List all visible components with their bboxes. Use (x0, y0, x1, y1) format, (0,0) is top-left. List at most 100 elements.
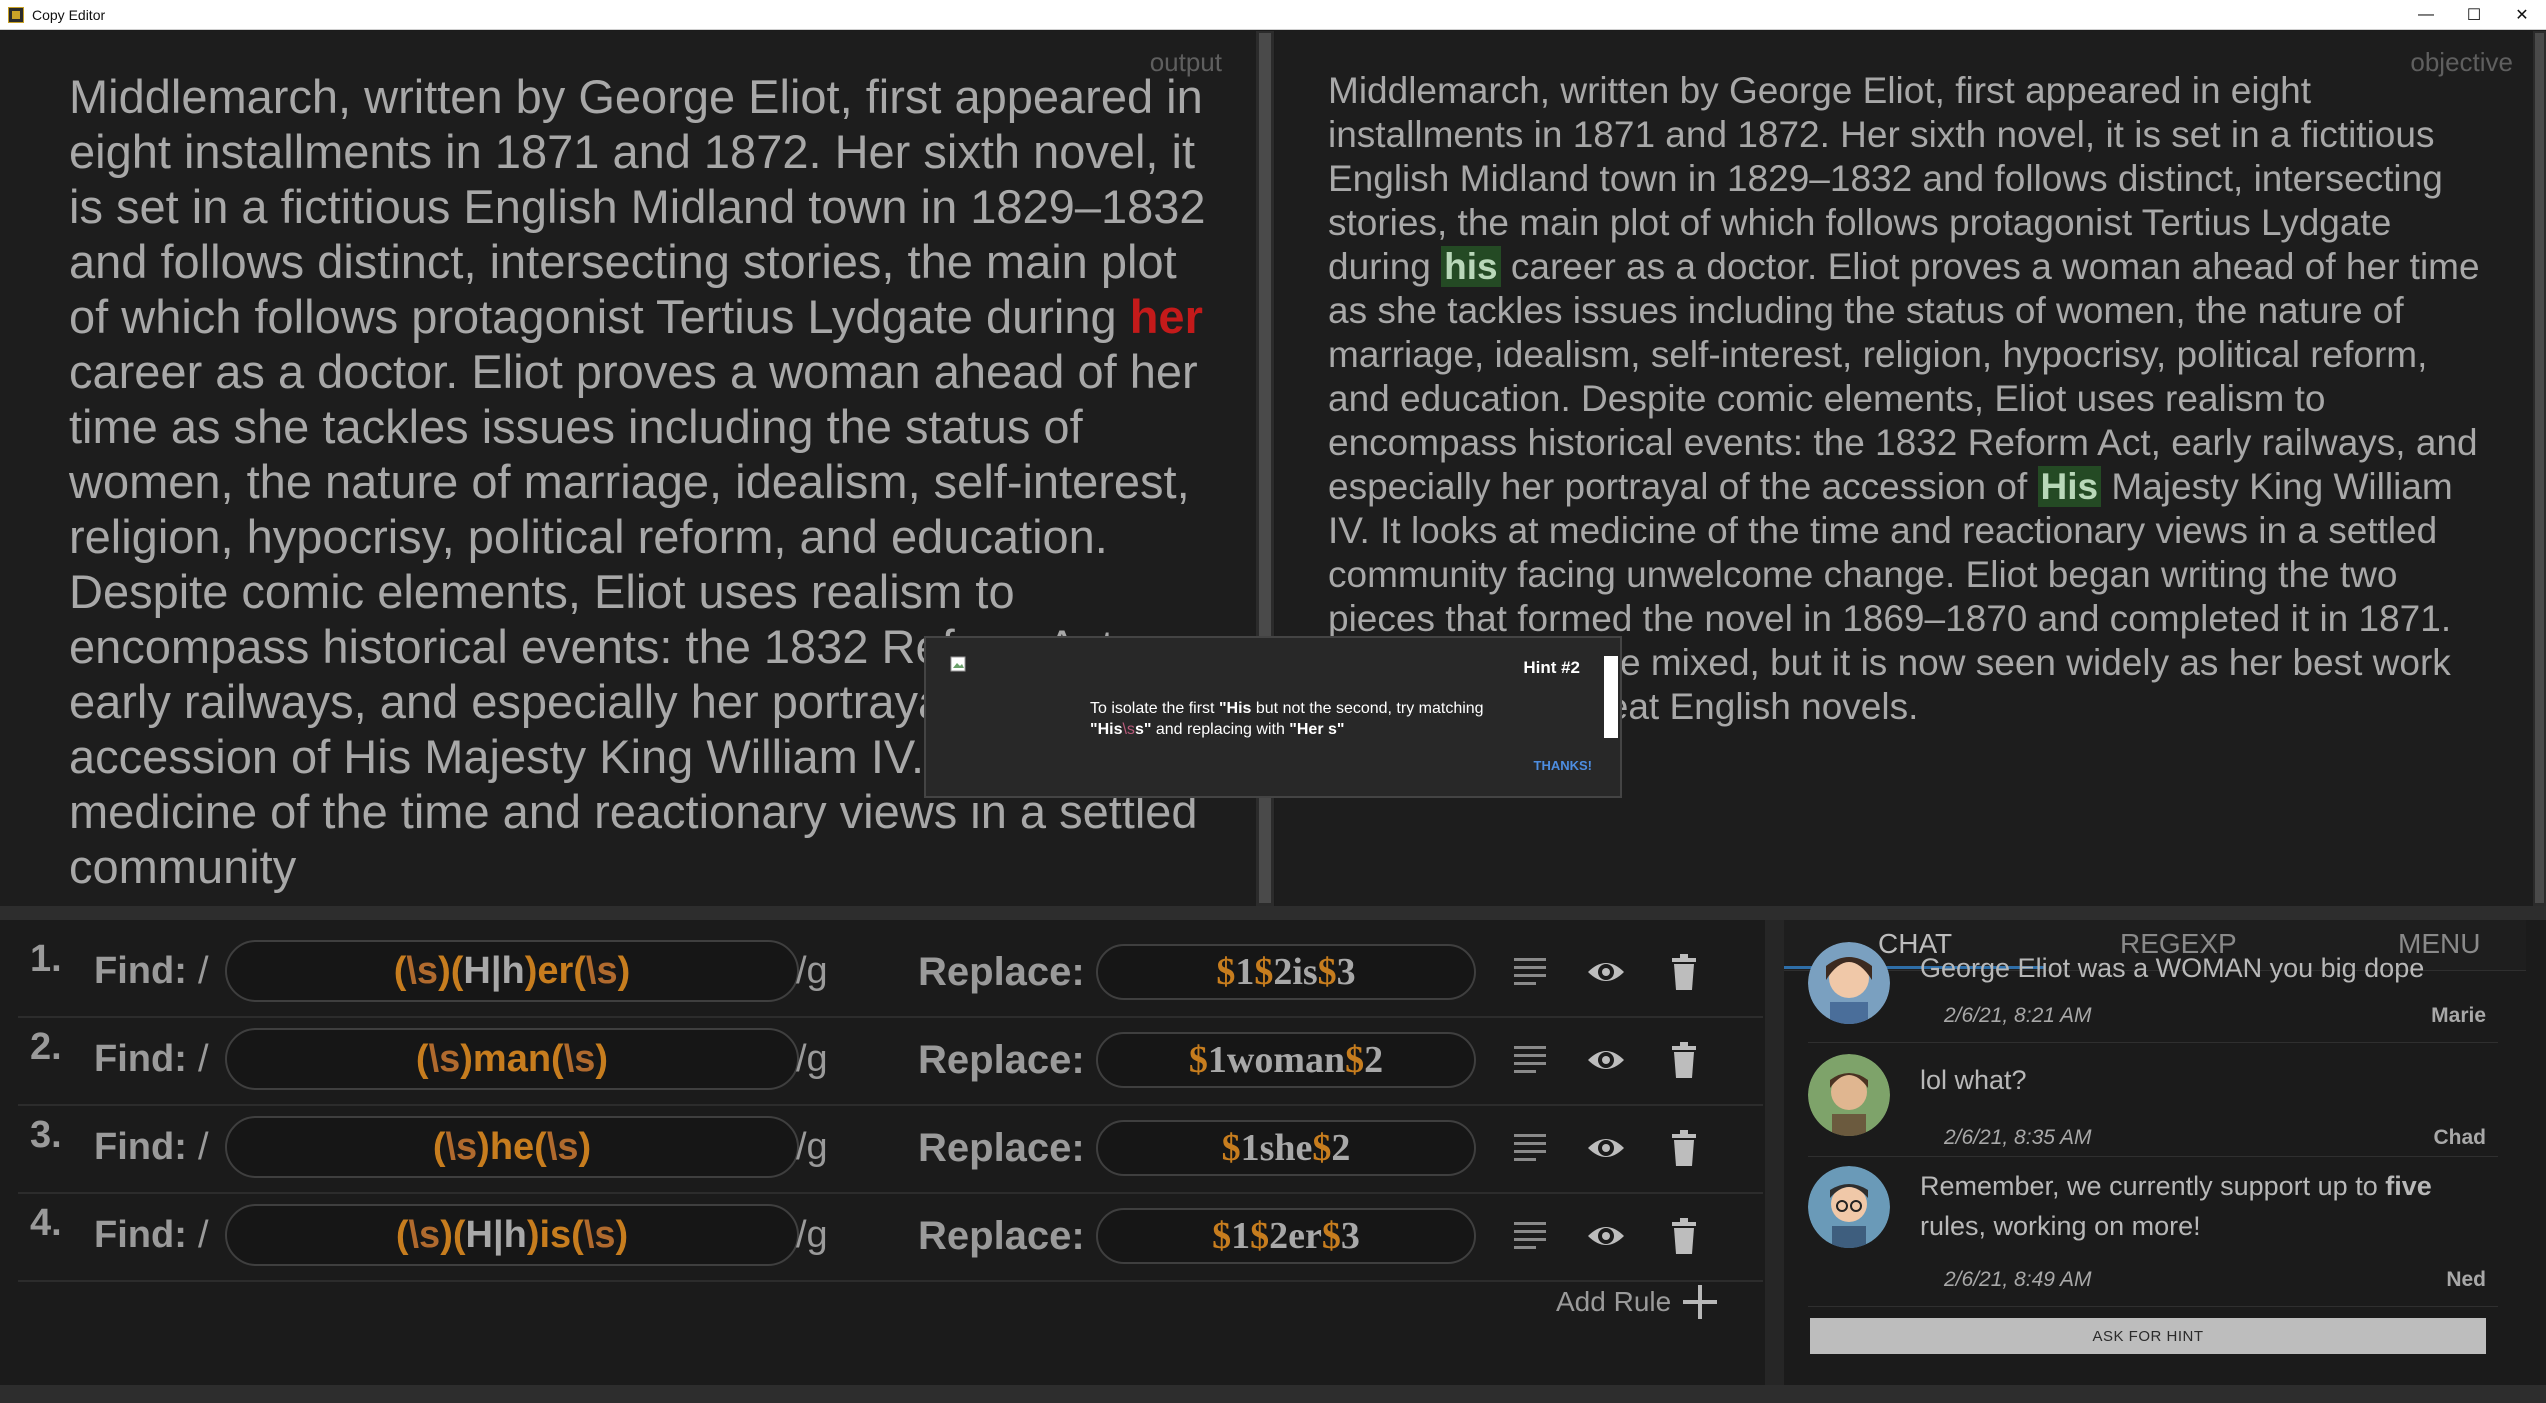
replace-token: 3 (1336, 951, 1356, 993)
find-label: Find: (94, 1214, 187, 1256)
hint-title: Hint #2 (1523, 658, 1580, 677)
replace-token: 1 (1235, 951, 1255, 993)
regex-open-slash: / (198, 1214, 209, 1256)
rule-number: 3. (30, 1114, 62, 1156)
eye-icon[interactable] (1586, 1128, 1626, 1168)
ask-for-hint-button[interactable]: ASK FOR HINT (1810, 1318, 2486, 1354)
find-input[interactable]: (\s)man(\s) (225, 1028, 799, 1090)
panel-splitter[interactable] (1765, 920, 1784, 1385)
replace-token: 2is (1273, 951, 1318, 993)
replace-input[interactable]: $1 $2er $3 (1096, 1208, 1476, 1264)
regex-token: h (501, 949, 525, 992)
replace-token: 1woman (1207, 1039, 1346, 1081)
replace-token: $ (1312, 1127, 1332, 1169)
broken-image-icon (950, 656, 966, 672)
chat-message-time: 2/6/21, 8:35 AM (1944, 1126, 2092, 1149)
find-input[interactable]: (\s)(H | h)er(\s) (225, 940, 799, 1002)
reorder-lines-icon[interactable] (1510, 1128, 1550, 1168)
hint-text: To isolate the first (1090, 700, 1219, 717)
regex-token: ( (393, 949, 407, 992)
regex-token: ) (578, 1125, 592, 1168)
regex-token: )man( (460, 1037, 564, 1080)
hint-scrollbar[interactable] (1604, 656, 1618, 738)
replace-token: $ (1212, 1215, 1232, 1257)
thanks-button[interactable]: THANKS! (1534, 758, 1593, 773)
trash-icon[interactable] (1664, 1216, 1704, 1256)
regex-token: \s (583, 1213, 616, 1256)
regex-token: \s (408, 1213, 441, 1256)
reorder-lines-icon[interactable] (1510, 952, 1550, 992)
bottom-scrollbar[interactable] (0, 1385, 2546, 1403)
objective-scrollbar[interactable] (2533, 31, 2546, 906)
trash-icon[interactable] (1664, 952, 1704, 992)
minimize-button[interactable]: — (2402, 0, 2450, 30)
replace-input[interactable]: $1 $2is $3 (1096, 944, 1476, 1000)
replace-token: 2 (1331, 1127, 1351, 1169)
find-input[interactable]: (\s)he(\s) (225, 1116, 799, 1178)
regex-open-slash: / (198, 1038, 209, 1080)
divider (1808, 1042, 2498, 1043)
replace-token: $ (1345, 1039, 1365, 1081)
rule-number: 1. (30, 938, 62, 980)
objective-scrollbar-thumb[interactable] (2535, 33, 2544, 903)
pane-splitter[interactable] (0, 906, 2546, 920)
eye-icon[interactable] (1586, 1216, 1626, 1256)
hint-message: To isolate the first "His but not the se… (1090, 698, 1550, 740)
chat-message: lol what? 2/6/21, 8:35 AM Chad (1808, 1054, 2508, 1164)
eye-icon[interactable] (1586, 1040, 1626, 1080)
reorder-lines-icon[interactable] (1510, 1216, 1550, 1256)
hint-code: "His (1218, 700, 1252, 717)
chat-message-text-bold: five (2385, 1171, 2432, 1201)
output-text-part: Middlemarch, written by George Eliot, fi… (69, 70, 1206, 343)
chat-message: George Eliot was a WOMAN you big dope 2/… (1808, 942, 2508, 1052)
regex-flag: /g (796, 950, 828, 992)
rule-number: 2. (30, 1026, 62, 1068)
regex-token: ) (615, 1213, 629, 1256)
output-text-part: career as a doctor. Eliot proves a woman… (69, 345, 1198, 893)
replace-input[interactable]: $1she $2 (1096, 1120, 1476, 1176)
replace-input[interactable]: $1woman $2 (1096, 1032, 1476, 1088)
divider (1808, 1156, 2498, 1157)
hint-dialog: Hint #2 To isolate the first "His but no… (924, 636, 1622, 798)
replace-label: Replace: (918, 950, 1085, 994)
add-rule-button[interactable]: Add Rule (1556, 1285, 1718, 1319)
regex-token: \s (406, 949, 439, 992)
regex-flag: /g (796, 1214, 828, 1256)
hint-code: "Her s" (1289, 721, 1345, 738)
reorder-lines-icon[interactable] (1510, 1040, 1550, 1080)
replace-token: $ (1317, 951, 1337, 993)
chat-message-author: Ned (2446, 1268, 2486, 1291)
output-error-highlight: her (1129, 290, 1203, 343)
avatar-marie (1808, 942, 1890, 1024)
replace-token: 1she (1240, 1127, 1313, 1169)
regex-token: ( (395, 1213, 409, 1256)
rule-row: 1. Find: /(\s)(H | h)er(\s)/g Replace: $1 $2is $… (18, 930, 1763, 1018)
avatar-ned (1808, 1166, 1890, 1248)
hint-code: s" (1134, 721, 1152, 738)
regex-token: \s (428, 1037, 461, 1080)
close-button[interactable]: ✕ (2498, 0, 2546, 30)
chat-message-text-part: rules, working on more! (1920, 1211, 2201, 1241)
regex-token: H (465, 1213, 493, 1256)
eye-icon[interactable] (1586, 952, 1626, 992)
find-input[interactable]: (\s)(H | h)is(\s) (225, 1204, 799, 1266)
plus-icon (1683, 1285, 1718, 1319)
title-bar: Copy Editor — ☐ ✕ (0, 0, 2546, 30)
trash-icon[interactable] (1664, 1128, 1704, 1168)
rule-number: 4. (30, 1202, 62, 1244)
regex-open-slash: / (198, 1126, 209, 1168)
chat-message-author: Chad (2433, 1126, 2487, 1149)
replace-label: Replace: (918, 1214, 1085, 1258)
regex-token: ) (595, 1037, 609, 1080)
regex-token: h (503, 1213, 527, 1256)
replace-token: 2 (1364, 1039, 1384, 1081)
trash-icon[interactable] (1664, 1040, 1704, 1080)
chat-message-text: lol what? (1920, 1065, 2027, 1095)
regex-token: ) (617, 949, 631, 992)
regex-flag: /g (796, 1038, 828, 1080)
regex-token: )he( (477, 1125, 547, 1168)
avatar-chad (1808, 1054, 1890, 1136)
hint-code-escape: \s (1122, 721, 1135, 738)
maximize-button[interactable]: ☐ (2450, 0, 2498, 30)
regex-token: | (492, 1213, 504, 1256)
